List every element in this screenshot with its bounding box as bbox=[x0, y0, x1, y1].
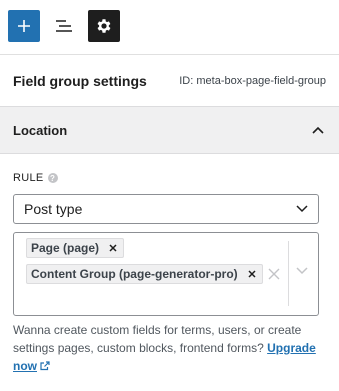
add-block-button[interactable] bbox=[8, 10, 40, 42]
chevron-down-icon bbox=[296, 205, 308, 213]
location-title: Location bbox=[13, 122, 68, 138]
settings-title: Field group settings bbox=[13, 72, 147, 89]
list-view-button[interactable] bbox=[48, 10, 80, 42]
value-tag: Content Group (page-generator-pro) bbox=[26, 264, 263, 284]
help-icon[interactable]: ? bbox=[47, 173, 58, 183]
rule-type-select[interactable]: Post type bbox=[13, 194, 319, 224]
field-group-id: ID: meta-box-page-field-group bbox=[179, 74, 326, 87]
rule-label: RULE bbox=[13, 172, 44, 184]
tag-label: Content Group (page-generator-pro) bbox=[31, 267, 238, 281]
field-group-settings-header: Field group settings ID: meta-box-page-f… bbox=[0, 54, 339, 107]
rule-label-row: RULE ? bbox=[13, 172, 58, 184]
plus-icon bbox=[18, 20, 30, 32]
gear-icon bbox=[97, 19, 111, 33]
dropdown-chevron-icon[interactable] bbox=[296, 267, 308, 275]
clear-all-icon[interactable] bbox=[268, 268, 280, 280]
value-tag: Page (page) bbox=[26, 238, 125, 258]
external-link-icon bbox=[40, 361, 50, 371]
multiselect-divider bbox=[288, 241, 289, 306]
remove-tag-icon[interactable] bbox=[248, 270, 256, 278]
settings-button[interactable] bbox=[88, 10, 120, 42]
list-view-icon bbox=[56, 20, 72, 32]
upgrade-help-text: Wanna create custom fields for terms, us… bbox=[13, 321, 325, 375]
chevron-up-icon bbox=[310, 122, 326, 138]
rule-type-value: Post type bbox=[24, 201, 83, 217]
location-panel-toggle[interactable]: Location bbox=[0, 107, 339, 154]
rule-values-multiselect[interactable]: Page (page) Content Group (page-generato… bbox=[13, 232, 319, 316]
tag-label: Page (page) bbox=[31, 241, 100, 255]
remove-tag-icon[interactable] bbox=[109, 244, 117, 252]
help-text-body: Wanna create custom fields for terms, us… bbox=[13, 323, 302, 355]
editor-toolbar bbox=[0, 0, 339, 54]
